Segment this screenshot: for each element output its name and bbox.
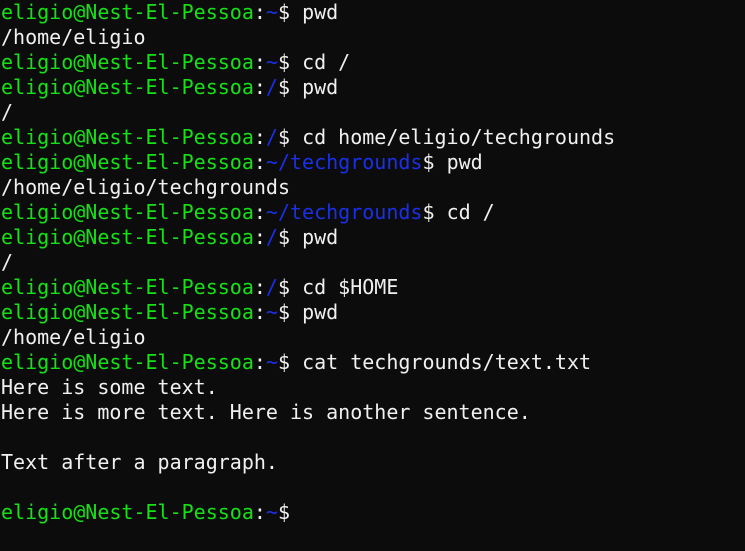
command-text: pwd	[302, 300, 339, 324]
prompt-symbol: $	[277, 350, 303, 374]
prompt-line: eligio@Nest-El-Pessoa:~$ pwd	[1, 300, 615, 325]
prompt-colon: :	[253, 150, 266, 174]
prompt-path: ~	[265, 300, 278, 324]
prompt-symbol: $	[277, 275, 303, 299]
prompt-path: /	[265, 225, 278, 249]
prompt-path: /	[265, 275, 278, 299]
output-line: /home/eligio/techgrounds	[1, 175, 290, 199]
output-line: Text after a paragraph.	[1, 450, 278, 474]
prompt-symbol: $	[277, 225, 303, 249]
command-text: cd /	[446, 200, 495, 224]
output-line: Here is some text.	[1, 375, 218, 399]
output-line: /	[1, 250, 14, 274]
prompt-colon: :	[253, 200, 266, 224]
prompt-user: eligio@Nest-El-Pessoa	[1, 500, 254, 524]
command-text: pwd	[302, 0, 339, 24]
prompt-path: /	[265, 125, 278, 149]
prompt-colon: :	[253, 225, 266, 249]
prompt-symbol: $	[422, 200, 447, 224]
prompt-path: ~	[265, 350, 278, 374]
prompt-user: eligio@Nest-El-Pessoa	[1, 275, 254, 299]
prompt-user: eligio@Nest-El-Pessoa	[1, 150, 254, 174]
command-text: cd $HOME	[302, 275, 399, 299]
prompt-line: eligio@Nest-El-Pessoa:~$ cd /	[1, 50, 615, 75]
prompt-line: eligio@Nest-El-Pessoa:~$	[1, 500, 615, 525]
prompt-line: eligio@Nest-El-Pessoa:/$ pwd	[1, 225, 615, 250]
prompt-user: eligio@Nest-El-Pessoa	[1, 350, 254, 374]
output-line: /home/eligio	[1, 325, 146, 349]
prompt-symbol: $	[277, 0, 303, 24]
prompt-colon: :	[253, 500, 266, 524]
prompt-colon: :	[253, 275, 266, 299]
prompt-path: ~	[265, 500, 278, 524]
prompt-colon: :	[253, 125, 266, 149]
prompt-user: eligio@Nest-El-Pessoa	[1, 75, 254, 99]
prompt-symbol: $	[277, 125, 303, 149]
command-text: cat techgrounds/text.txt	[302, 350, 592, 374]
prompt-path: ~/techgrounds	[265, 150, 423, 174]
prompt-line: eligio@Nest-El-Pessoa:/$ cd $HOME	[1, 275, 615, 300]
prompt-path: ~	[265, 50, 278, 74]
command-text: pwd	[302, 75, 339, 99]
prompt-user: eligio@Nest-El-Pessoa	[1, 300, 254, 324]
output-line: Here is more text. Here is another sente…	[1, 400, 531, 424]
prompt-path: ~	[265, 0, 278, 24]
prompt-line: eligio@Nest-El-Pessoa:/$ cd home/eligio/…	[1, 125, 615, 150]
command-text: pwd	[446, 150, 483, 174]
prompt-line: eligio@Nest-El-Pessoa:~/techgrounds$ cd …	[1, 200, 615, 225]
prompt-symbol: $	[277, 300, 303, 324]
terminal-output[interactable]: eligio@Nest-El-Pessoa:~$ pwd/home/eligio…	[1, 0, 615, 525]
prompt-line: eligio@Nest-El-Pessoa:~/techgrounds$ pwd	[1, 150, 615, 175]
prompt-user: eligio@Nest-El-Pessoa	[1, 225, 254, 249]
prompt-path: /	[265, 75, 278, 99]
prompt-symbol: $	[422, 150, 447, 174]
prompt-line: eligio@Nest-El-Pessoa:/$ pwd	[1, 75, 615, 100]
prompt-symbol: $	[277, 75, 303, 99]
command-text: cd /	[302, 50, 351, 74]
prompt-user: eligio@Nest-El-Pessoa	[1, 125, 254, 149]
prompt-user: eligio@Nest-El-Pessoa	[1, 200, 254, 224]
prompt-symbol: $	[277, 500, 291, 524]
prompt-user: eligio@Nest-El-Pessoa	[1, 50, 254, 74]
prompt-path: ~/techgrounds	[265, 200, 423, 224]
prompt-colon: :	[253, 50, 266, 74]
output-line: /home/eligio	[1, 25, 146, 49]
prompt-colon: :	[253, 75, 266, 99]
prompt-colon: :	[253, 300, 266, 324]
prompt-symbol: $	[277, 50, 303, 74]
command-text: cd home/eligio/techgrounds	[302, 125, 616, 149]
command-text: pwd	[302, 225, 339, 249]
output-line: /	[1, 100, 14, 124]
prompt-user: eligio@Nest-El-Pessoa	[1, 0, 254, 24]
prompt-colon: :	[253, 0, 266, 24]
prompt-line: eligio@Nest-El-Pessoa:~$ pwd	[1, 0, 615, 25]
prompt-line: eligio@Nest-El-Pessoa:~$ cat techgrounds…	[1, 350, 615, 375]
prompt-colon: :	[253, 350, 266, 374]
